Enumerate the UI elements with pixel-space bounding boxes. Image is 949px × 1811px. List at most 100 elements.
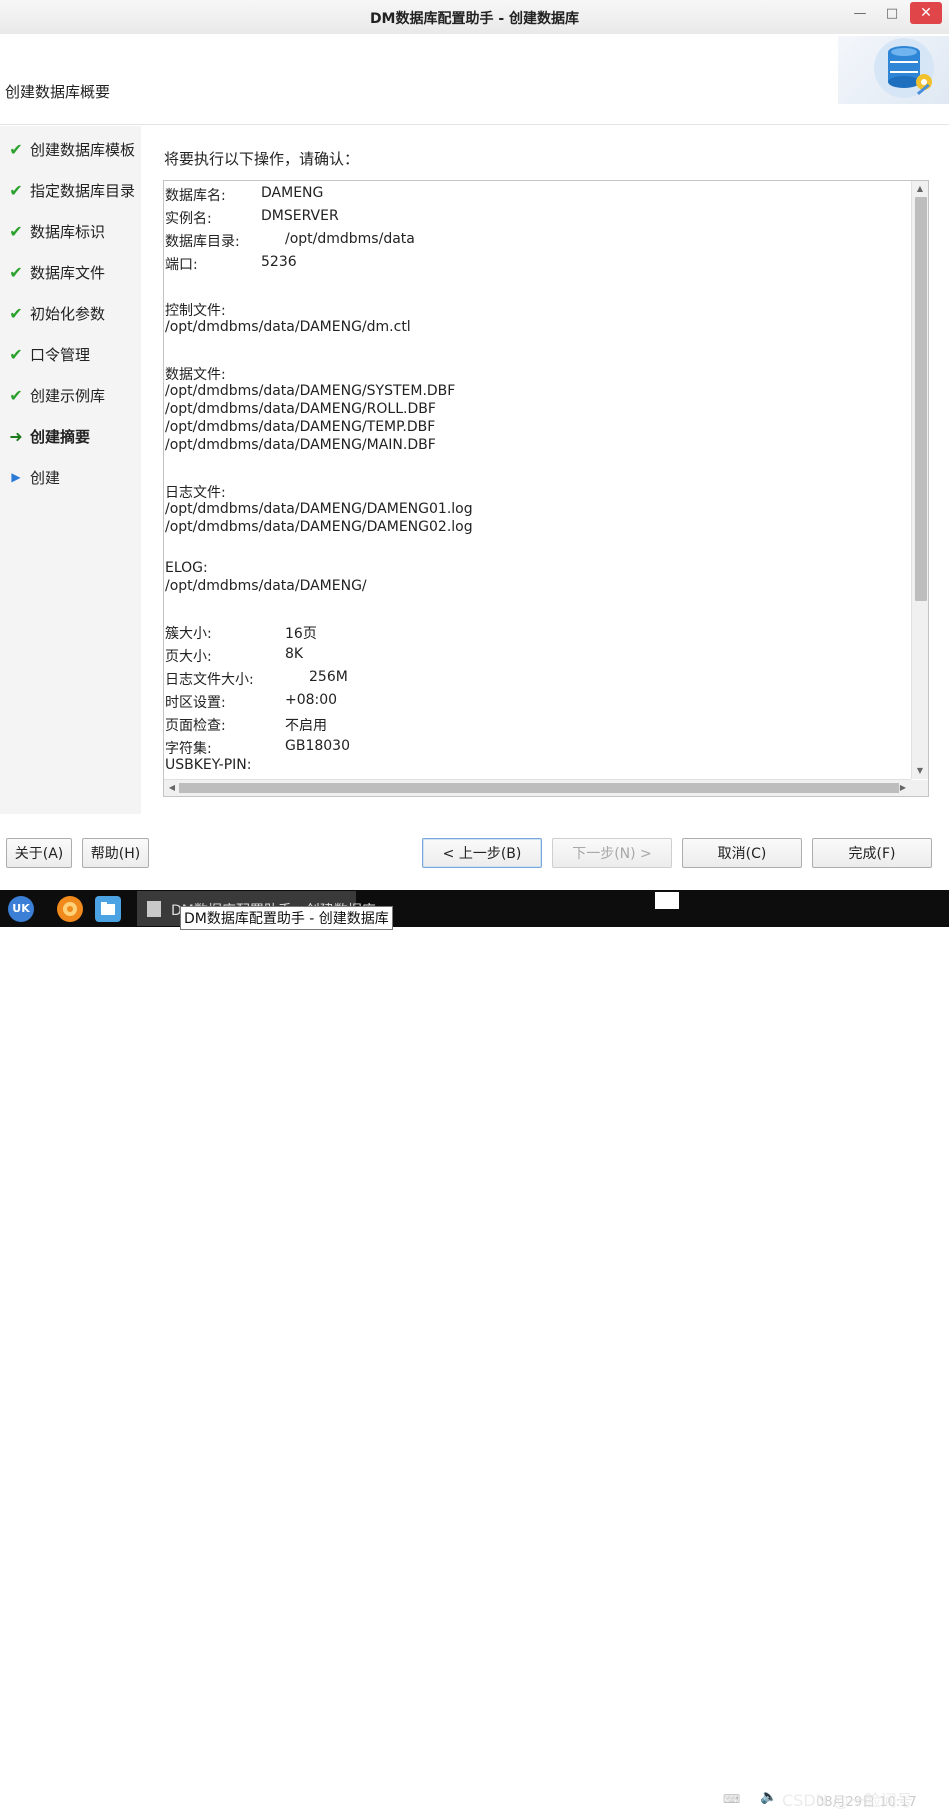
log-files-label: 日志文件: (165, 485, 226, 501)
extent-size-value: 16页 (285, 626, 317, 642)
file-manager-icon[interactable] (95, 896, 121, 922)
db-name-value: DAMENG (261, 185, 324, 201)
maximize-icon[interactable]: □ (880, 4, 904, 24)
data-file-path: /opt/dmdbms/data/DAMENG/ROLL.DBF (165, 401, 436, 417)
triangle-right-icon: ▶ (11, 470, 21, 484)
page-size-label: 页大小: (165, 649, 212, 665)
summary-row: 页大小: 8K (165, 646, 303, 666)
taskbar: UK DM数据库配置助手 - 创建数据库 ⌨ 🔈 08月29日 10:17 CS… (0, 890, 949, 1810)
summary-row: 实例名: DMSERVER (165, 208, 339, 228)
scroll-down-icon[interactable]: ▼ (912, 764, 928, 778)
check-icon: ✔ (9, 303, 23, 323)
browser-icon[interactable] (57, 896, 83, 922)
step-label: 数据库文件 (30, 263, 106, 282)
confirm-label: 将要执行以下操作，请确认： (164, 150, 360, 168)
step-label: 指定数据库目录 (30, 181, 136, 200)
app-window-icon (147, 901, 161, 917)
step-label: 创建 (30, 468, 61, 487)
db-name-label: 数据库名: (165, 188, 226, 204)
step-label: 数据库标识 (30, 222, 106, 241)
log-file-path: /opt/dmdbms/data/DAMENG/DAMENG01.log (165, 501, 473, 517)
check-icon: ✔ (9, 139, 23, 159)
data-file-path: /opt/dmdbms/data/DAMENG/MAIN.DBF (165, 437, 436, 453)
steps-sidebar: ✔ 创建数据库模板 ✔ 指定数据库目录 ✔ 数据库标识 ✔ 数据库文件 ✔ 初始… (0, 126, 141, 814)
step-sample-db: ✔ 创建示例库 (8, 384, 105, 406)
page-title: 创建数据库概要 (5, 83, 111, 101)
vertical-scrollbar[interactable]: ▲ ▼ (911, 181, 928, 779)
tray-item[interactable] (655, 892, 679, 909)
step-label: 创建示例库 (30, 386, 106, 405)
page-check-value: 不启用 (285, 718, 327, 734)
step-summary: ➜ 创建摘要 (8, 425, 90, 447)
scroll-up-icon[interactable]: ▲ (912, 182, 928, 196)
volume-icon[interactable]: 🔈 (760, 1789, 777, 1805)
port-label: 端口: (165, 257, 198, 273)
summary-row: 日志文件大小: 256M (165, 669, 348, 689)
summary-row: 簇大小: 16页 (165, 623, 317, 643)
timezone-value: +08:00 (285, 692, 338, 708)
step-create: ▶ 创建 (8, 466, 60, 488)
log-file-path: /opt/dmdbms/data/DAMENG/DAMENG02.log (165, 519, 473, 535)
port-value: 5236 (261, 254, 297, 270)
summary-row: 时区设置: +08:00 (165, 692, 337, 712)
step-label: 创建数据库模板 (30, 140, 136, 159)
horizontal-scrollbar[interactable]: ◀ ▶ (164, 779, 911, 796)
page-size-value: 8K (285, 646, 304, 662)
check-icon: ✔ (9, 262, 23, 282)
summary-row: 端口: 5236 (165, 254, 297, 274)
cancel-button[interactable]: 取消(C) (682, 838, 802, 868)
charset-label: 字符集: (165, 741, 212, 757)
step-db-identifier: ✔ 数据库标识 (8, 220, 105, 242)
horizontal-scroll-thumb[interactable] (179, 783, 899, 793)
minimize-icon[interactable]: — (848, 4, 872, 24)
step-password: ✔ 口令管理 (8, 343, 90, 365)
step-db-files: ✔ 数据库文件 (8, 261, 105, 283)
watermark: CSDN @一脸问号 (782, 1791, 913, 1810)
page-header: 创建数据库概要 (0, 34, 949, 125)
page-check-label: 页面检查: (165, 718, 226, 734)
database-gear-icon (838, 36, 949, 104)
charset-value: GB18030 (285, 738, 350, 754)
usbkey-label: USBKEY-PIN: (165, 757, 252, 773)
step-label: 初始化参数 (30, 304, 106, 323)
elog-label: ELOG: (165, 560, 208, 576)
check-icon: ✔ (9, 180, 23, 200)
summary-row: 页面检查: 不启用 (165, 715, 327, 735)
keyboard-icon[interactable]: ⌨ (723, 1792, 740, 1806)
about-button[interactable]: 关于(A) (6, 838, 72, 868)
scroll-right-icon[interactable]: ▶ (896, 780, 910, 796)
taskbar-tooltip: DM数据库配置助手 - 创建数据库 (180, 906, 393, 930)
check-icon: ✔ (9, 385, 23, 405)
log-size-value: 256M (309, 669, 348, 685)
scroll-left-icon[interactable]: ◀ (165, 780, 179, 796)
step-db-directory: ✔ 指定数据库目录 (8, 179, 135, 201)
instance-label: 实例名: (165, 211, 212, 227)
back-button[interactable]: < 上一步(B) (422, 838, 542, 868)
summary-row: 数据库目录: /opt/dmdbms/data (165, 231, 415, 251)
log-size-label: 日志文件大小: (165, 672, 254, 688)
next-button[interactable]: 下一步(N) > (552, 838, 672, 868)
control-file-label: 控制文件: (165, 303, 226, 319)
instance-value: DMSERVER (261, 208, 339, 224)
timezone-label: 时区设置: (165, 695, 226, 711)
data-file-path: /opt/dmdbms/data/DAMENG/SYSTEM.DBF (165, 383, 456, 399)
summary-row: 数据库名: DAMENG (165, 185, 323, 205)
check-icon: ✔ (9, 344, 23, 364)
start-menu-icon[interactable]: UK (8, 896, 34, 922)
data-file-path: /opt/dmdbms/data/DAMENG/TEMP.DBF (165, 419, 436, 435)
step-init-params: ✔ 初始化参数 (8, 302, 105, 324)
elog-path: /opt/dmdbms/data/DAMENG/ (165, 578, 367, 594)
control-file-path: /opt/dmdbms/data/DAMENG/dm.ctl (165, 319, 411, 335)
db-dir-label: 数据库目录: (165, 234, 240, 250)
help-button[interactable]: 帮助(H) (82, 838, 149, 868)
summary-text-area[interactable]: 数据库名: DAMENG 实例名: DMSERVER 数据库目录: /opt/d… (163, 180, 929, 797)
window-title: DM数据库配置助手 - 创建数据库 (369, 11, 580, 27)
step-label: 口令管理 (30, 345, 91, 364)
close-icon[interactable]: ✕ (910, 2, 942, 24)
data-files-label: 数据文件: (165, 367, 226, 383)
step-label: 创建摘要 (30, 427, 91, 446)
step-create-template: ✔ 创建数据库模板 (8, 138, 135, 160)
arrow-right-icon: ➜ (9, 426, 23, 446)
vertical-scroll-thumb[interactable] (915, 197, 927, 601)
finish-button[interactable]: 完成(F) (812, 838, 932, 868)
